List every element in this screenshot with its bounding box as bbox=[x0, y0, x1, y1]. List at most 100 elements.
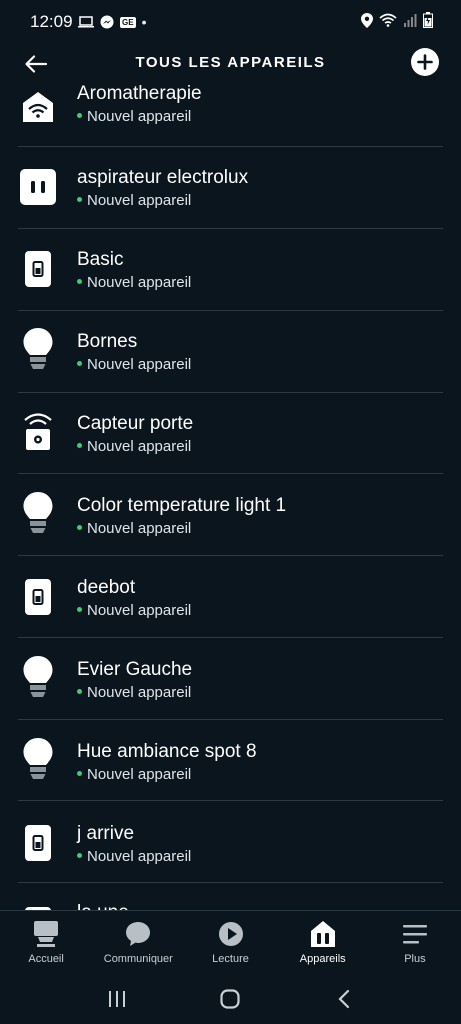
house-wifi-icon bbox=[18, 87, 58, 127]
laptop-icon bbox=[78, 16, 94, 28]
status-dot bbox=[77, 112, 82, 118]
add-device-button[interactable] bbox=[411, 48, 439, 76]
devices-icon bbox=[309, 919, 337, 949]
device-status-text: Nouvel appareil bbox=[87, 438, 192, 455]
home-circle-icon bbox=[220, 989, 241, 1009]
tab-label: Accueil bbox=[28, 953, 64, 965]
device-status-text: Nouvel appareil bbox=[87, 602, 192, 619]
device-name: la une bbox=[77, 902, 129, 910]
status-right-icons bbox=[361, 12, 433, 28]
device-row[interactable]: Basic Nouvel appareil bbox=[0, 229, 461, 311]
bulb-icon bbox=[18, 492, 58, 533]
location-icon bbox=[361, 12, 373, 28]
status-dot bbox=[77, 196, 82, 202]
device-row[interactable]: aspirateur electrolux Nouvel appareil bbox=[0, 147, 461, 229]
device-name: Hue ambiance spot 8 bbox=[77, 741, 257, 762]
device-name: j arrive bbox=[77, 823, 135, 844]
signal-icon bbox=[404, 14, 417, 27]
device-status: Nouvel appareil bbox=[77, 438, 191, 455]
chevron-left-icon bbox=[338, 989, 350, 1009]
status-dot-indicator: • bbox=[141, 14, 147, 30]
device-row[interactable]: j arrive Nouvel appareil bbox=[0, 803, 461, 885]
tab-appareils[interactable]: Appareils bbox=[277, 911, 369, 975]
device-status: Nouvel appareil bbox=[77, 766, 191, 783]
system-nav-bar bbox=[0, 974, 461, 1024]
plus-icon bbox=[417, 54, 433, 70]
device-name: deebot bbox=[77, 577, 136, 598]
tab-label: Lecture bbox=[212, 953, 249, 965]
switch-icon bbox=[18, 249, 58, 289]
status-dot bbox=[77, 278, 82, 284]
menu-icon bbox=[402, 919, 428, 949]
status-left-icons: GE • bbox=[78, 14, 146, 30]
device-name: aspirateur electrolux bbox=[77, 167, 249, 188]
row-divider bbox=[18, 473, 443, 474]
device-status: Nouvel appareil bbox=[77, 274, 191, 291]
bottom-nav: Accueil Communiquer Lecture Appareils Pl… bbox=[0, 910, 461, 975]
device-row[interactable]: Evier Gauche Nouvel appareil bbox=[0, 639, 461, 721]
device-status: Nouvel appareil bbox=[77, 684, 191, 701]
bulb-icon bbox=[18, 328, 58, 369]
device-row[interactable]: Hue ambiance spot 8 Nouvel appareil bbox=[0, 721, 461, 803]
home-icon bbox=[33, 919, 59, 949]
app-header: TOUS LES APPAREILS bbox=[0, 44, 461, 84]
tab-plus[interactable]: Plus bbox=[369, 911, 461, 975]
device-name: Color temperature light 1 bbox=[77, 495, 287, 516]
tab-label: Communiquer bbox=[103, 953, 173, 965]
page-title: TOUS LES APPAREILS bbox=[135, 54, 326, 71]
status-dot bbox=[77, 770, 82, 776]
device-status: Nouvel appareil bbox=[77, 192, 191, 209]
device-status-text: Nouvel appareil bbox=[87, 520, 192, 537]
row-divider bbox=[18, 800, 443, 801]
bulb-icon bbox=[18, 738, 58, 779]
switch-icon bbox=[18, 577, 58, 617]
recent-apps-button[interactable] bbox=[97, 979, 137, 1019]
status-time: 12:09 bbox=[30, 12, 73, 31]
row-divider bbox=[18, 882, 443, 883]
status-dot bbox=[77, 524, 82, 530]
device-row[interactable]: Capteur porte Nouvel appareil bbox=[0, 393, 461, 475]
status-dot bbox=[77, 360, 82, 366]
status-dot bbox=[77, 606, 82, 612]
device-status-text: Nouvel appareil bbox=[87, 108, 192, 125]
status-dot bbox=[77, 442, 82, 448]
row-divider bbox=[18, 555, 443, 556]
tab-label: Plus bbox=[404, 953, 426, 965]
device-status-text: Nouvel appareil bbox=[87, 684, 192, 701]
tab-communiquer[interactable]: Communiquer bbox=[92, 911, 184, 975]
device-status-text: Nouvel appareil bbox=[87, 848, 192, 865]
plug-icon bbox=[18, 167, 58, 207]
status-dot bbox=[77, 852, 82, 858]
device-row[interactable]: la une bbox=[0, 885, 461, 910]
device-status: Nouvel appareil bbox=[77, 108, 191, 125]
device-status: Nouvel appareil bbox=[77, 356, 191, 373]
device-row[interactable]: Color temperature light 1 Nouvel apparei… bbox=[0, 475, 461, 557]
home-button[interactable] bbox=[210, 979, 250, 1019]
status-bar: 12:09 GE • bbox=[0, 0, 461, 44]
sensor-icon bbox=[18, 411, 58, 451]
tab-accueil[interactable]: Accueil bbox=[0, 911, 92, 975]
row-divider bbox=[18, 719, 443, 720]
device-status-text: Nouvel appareil bbox=[87, 192, 192, 209]
switch-icon bbox=[18, 823, 58, 863]
chat-icon bbox=[125, 919, 151, 949]
device-list: Aromatherapie Nouvel appareil aspirateur… bbox=[0, 80, 461, 910]
device-name: Basic bbox=[77, 249, 124, 270]
ge-badge: GE bbox=[120, 16, 136, 28]
device-status-text: Nouvel appareil bbox=[87, 356, 192, 373]
system-back-button[interactable] bbox=[324, 979, 364, 1019]
device-status: Nouvel appareil bbox=[77, 848, 191, 865]
device-row[interactable]: Bornes Nouvel appareil bbox=[0, 311, 461, 393]
recent-apps-icon bbox=[108, 991, 125, 1007]
device-name: Bornes bbox=[77, 331, 138, 352]
row-divider bbox=[18, 637, 443, 638]
tab-lecture[interactable]: Lecture bbox=[184, 911, 276, 975]
device-row[interactable]: deebot Nouvel appareil bbox=[0, 557, 461, 639]
play-icon bbox=[218, 919, 244, 949]
device-status-text: Nouvel appareil bbox=[87, 274, 192, 291]
device-status: Nouvel appareil bbox=[77, 520, 191, 537]
tab-label: Appareils bbox=[299, 953, 346, 965]
device-name: Evier Gauche bbox=[77, 659, 193, 680]
device-status: Nouvel appareil bbox=[77, 602, 191, 619]
bulb-icon bbox=[18, 656, 58, 697]
